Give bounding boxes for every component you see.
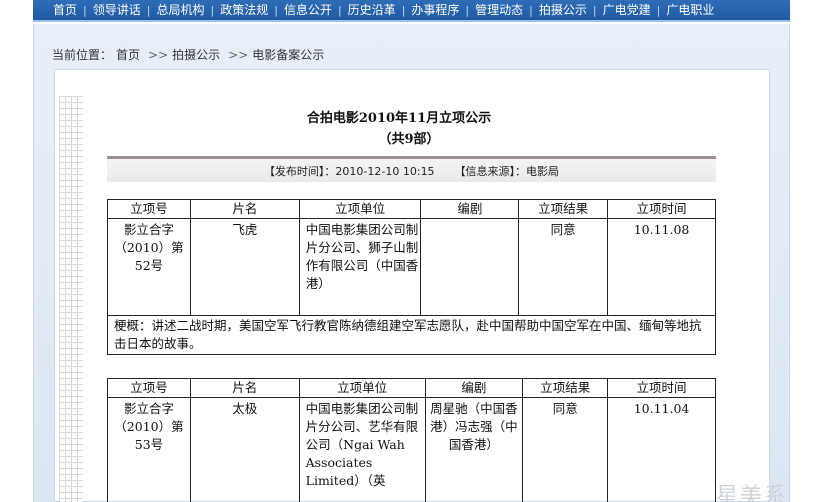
nav-item-party[interactable]: 广电党建 (597, 2, 657, 18)
breadcrumb-arrow: >> (228, 48, 249, 62)
cell-date: 10.11.04 (607, 397, 716, 502)
header-date: 立项时间 (607, 199, 716, 219)
breadcrumb-filming-link[interactable]: 拍摄公示 (172, 48, 220, 62)
header-number: 立项号 (107, 378, 191, 398)
breadcrumb: 当前位置： 首页 >> 拍摄公示 >> 电影备案公示 (52, 46, 328, 63)
nav-item-leader-speech[interactable]: 领导讲话 (87, 2, 147, 18)
header-unit: 立项单位 (298, 378, 426, 398)
nav-item-home[interactable]: 首页 (47, 2, 83, 18)
nav-item-procedures[interactable]: 办事程序 (405, 2, 465, 18)
publish-time: 【发布时间】：2010-12-10 10:15 (263, 164, 435, 178)
header-number: 立项号 (107, 199, 191, 219)
nav-item-filming-notice[interactable]: 拍摄公示 (533, 2, 593, 18)
page-subtitle: （共9部） (378, 132, 440, 147)
decorative-grid (59, 96, 83, 502)
breadcrumb-arrow: >> (148, 48, 169, 62)
nav-item-organization[interactable]: 总局机构 (150, 2, 210, 18)
watermark: 星美系 (716, 484, 789, 502)
cell-writer: 周星驰（中国香港）冯志强（中国香港） (424, 397, 524, 502)
header-title: 片名 (189, 199, 300, 219)
cell-title: 太极 (189, 397, 300, 502)
article-info-bar: 【发布时间】：2010-12-10 10:15 【信息来源】：电影局 (107, 156, 716, 182)
cell-title: 飞虎 (189, 218, 300, 316)
nav-item-management[interactable]: 管理动态 (469, 2, 529, 18)
cell-summary: 梗概：讲述二战时期，美国空军飞行教官陈纳德组建空军志愿队，赴中国帮助中国空军在中… (107, 315, 716, 355)
header-writer: 编剧 (424, 378, 524, 398)
top-nav: 首页 | 领导讲话 | 总局机构 | 政策法规 | 信息公开 | 历史沿革 | 办事程序 | … (33, 0, 790, 22)
nav-item-policy[interactable]: 政策法规 (214, 2, 274, 18)
cell-unit: 中国电影集团公司制片分公司、艺华有限公司（Ngai Wah Associates… (298, 397, 426, 502)
cell-result: 同意 (518, 218, 609, 316)
breadcrumb-home-link[interactable]: 首页 (116, 48, 140, 62)
cell-writer (420, 218, 520, 316)
breadcrumb-current[interactable]: 电影备案公示 (252, 48, 324, 62)
nav-item-history[interactable]: 历史沿革 (342, 2, 402, 18)
header-title: 片名 (189, 378, 300, 398)
cell-date: 10.11.08 (607, 218, 716, 316)
page-title: 合拍电影2010年11月立项公示 (306, 111, 492, 126)
nav-item-info-disclosure[interactable]: 信息公开 (278, 2, 338, 18)
cell-number: 影立合字（2010）第52号 (107, 218, 191, 316)
breadcrumb-label: 当前位置： (52, 48, 113, 62)
cell-unit: 中国电影集团公司制片分公司、狮子山制作有限公司（中国香港） (298, 218, 422, 316)
nav-item-careers[interactable]: 广电职业 (660, 2, 720, 18)
table-row: 影立合字（2010）第53号 太极 中国电影集团公司制片分公司、艺华有限公司（N… (107, 397, 716, 502)
header-writer: 编剧 (420, 199, 520, 219)
info-source: 【信息来源】：电影局 (454, 164, 560, 178)
table-row: 影立合字（2010）第52号 飞虎 中国电影集团公司制片分公司、狮子山制作有限公… (107, 218, 716, 316)
header-result: 立项结果 (522, 378, 609, 398)
summary-row: 梗概：讲述二战时期，美国空军飞行教官陈纳德组建空军志愿队，赴中国帮助中国空军在中… (107, 315, 716, 355)
header-unit: 立项单位 (298, 199, 422, 219)
project-table: 立项号 片名 立项单位 编剧 立项结果 立项时间 影立合字（2010）第52号 … (107, 199, 716, 355)
table-header-row: 立项号 片名 立项单位 编剧 立项结果 立项时间 (107, 199, 716, 219)
header-date: 立项时间 (607, 378, 716, 398)
table-header-row: 立项号 片名 立项单位 编剧 立项结果 立项时间 (107, 378, 716, 398)
project-table: 立项号 片名 立项单位 编剧 立项结果 立项时间 影立合字（2010）第53号 … (107, 378, 716, 502)
cell-result: 同意 (522, 397, 609, 502)
cell-number: 影立合字（2010）第53号 (107, 397, 191, 502)
header-result: 立项结果 (518, 199, 609, 219)
